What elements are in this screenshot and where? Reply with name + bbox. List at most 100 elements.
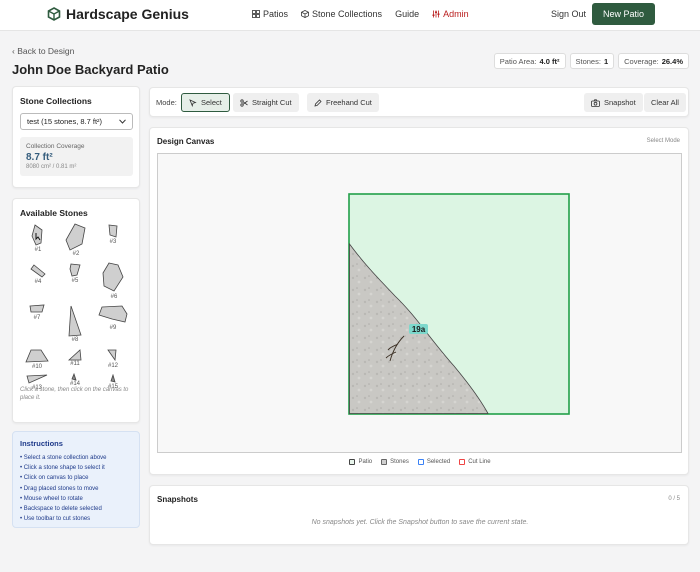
instruction-item: • Mouse wheel to rotate	[20, 495, 83, 502]
stone-shape[interactable]	[30, 264, 46, 278]
cursor-icon	[189, 98, 197, 107]
stone-shape[interactable]	[25, 349, 49, 363]
canvas-legend: Patio Stones Selected Cut Line	[150, 459, 690, 465]
legend-swatch	[459, 459, 466, 465]
nav-patios-label: Patios	[263, 9, 289, 19]
top-navbar: Hardscape Genius Patios Stone Collection…	[0, 0, 700, 31]
collection-select-value: test (15 stones, 8.7 ft²)	[27, 117, 103, 126]
stat-stones: Stones: 1	[569, 53, 615, 69]
stone-shape[interactable]	[68, 349, 82, 361]
nav-guide[interactable]: Guide	[395, 9, 419, 19]
instruction-text: Select a stone collection above	[23, 455, 107, 461]
app-name: Hardscape Genius	[66, 6, 189, 22]
instruction-text: Mouse wheel to rotate	[23, 495, 83, 502]
mode-toolbar: Mode: Select Straight Cut Freehand Cut S…	[149, 87, 689, 117]
back-link-label: Back to Design	[17, 46, 75, 56]
stone-label: #11	[70, 361, 80, 367]
stone-label: #8	[71, 337, 79, 343]
snapshot-label: Snapshot	[604, 98, 636, 107]
stone-shape[interactable]	[107, 224, 119, 238]
stone-shape[interactable]	[69, 263, 81, 277]
stone-label: #10	[31, 364, 42, 370]
grid-icon	[252, 10, 260, 18]
instruction-text: Drag placed stones to move	[23, 485, 99, 492]
stone-shape[interactable]	[65, 223, 87, 251]
canvas-drawing: 19a	[348, 193, 570, 415]
clear-all-button[interactable]: Clear All	[644, 93, 686, 112]
stat-coverage: Coverage: 26.4%	[618, 53, 689, 69]
canvas-mode-indicator: Select Mode	[646, 138, 680, 144]
mode-label: Mode:	[156, 98, 177, 107]
stone-shape[interactable]	[29, 304, 45, 314]
main-nav: Patios Stone Collections Guide Admin	[252, 9, 469, 19]
instructions-title: Instructions	[20, 439, 63, 448]
sign-out-link[interactable]: Sign Out	[551, 9, 586, 19]
stone-label: #9	[109, 325, 117, 331]
stone-label: #7	[33, 315, 41, 321]
stone-shape[interactable]	[107, 349, 117, 361]
instruction-text: Click on canvas to place	[23, 475, 89, 482]
legend-patio: Patio	[349, 459, 372, 465]
stone-shape[interactable]	[71, 373, 77, 381]
stat-label: Stones:	[575, 56, 601, 66]
stones-hint: Click a stone, then click on the canvas …	[20, 387, 129, 402]
legend-swatch	[381, 459, 388, 465]
pencil-icon	[314, 98, 322, 107]
nav-patios[interactable]: Patios	[252, 9, 288, 19]
nav-admin[interactable]: Admin	[432, 9, 469, 19]
app-logo[interactable]: Hardscape Genius	[47, 6, 189, 22]
nav-admin-label: Admin	[443, 9, 469, 19]
stone-collections-card: Stone Collections test (15 stones, 8.7 f…	[12, 86, 140, 188]
stone-collections-title: Stone Collections	[20, 96, 92, 106]
stone-label: #12	[107, 363, 118, 369]
coverage-sub: 8080 cm² / 0.81 m²	[26, 164, 77, 170]
collection-select[interactable]: test (15 stones, 8.7 ft²)	[20, 113, 133, 130]
instruction-item: • Click a stone shape to select it	[20, 465, 105, 472]
chevron-down-icon	[119, 119, 126, 124]
instructions-list: • Select a stone collection above • Clic…	[20, 453, 132, 524]
scissors-icon	[240, 98, 248, 107]
design-canvas[interactable]: 19a	[157, 153, 682, 453]
design-canvas-card: Design Canvas Select Mode 19a Patio Ston…	[149, 127, 689, 475]
new-patio-button[interactable]: New Patio	[592, 3, 655, 25]
stat-value: 4.0 ft²	[539, 56, 560, 66]
legend-label: Selected	[426, 459, 451, 465]
available-stones-card: Available Stones #1 #2 #3 #4 #5 #6 #7 #8…	[12, 198, 140, 423]
stat-value: 1	[603, 56, 609, 66]
coverage-value: 8.7 ft²	[26, 152, 53, 163]
stone-shape[interactable]	[68, 305, 82, 337]
select-mode-button[interactable]: Select	[181, 93, 230, 112]
straight-cut-button[interactable]: Straight Cut	[233, 93, 299, 112]
legend-swatch	[349, 459, 356, 465]
stone-shape[interactable]	[26, 374, 48, 384]
stone-shape[interactable]	[30, 224, 44, 246]
legend-label: Cut Line	[468, 459, 491, 465]
stone-shape[interactable]	[98, 305, 128, 325]
sliders-icon	[432, 10, 440, 18]
nav-guide-label: Guide	[395, 9, 420, 19]
snapshot-button[interactable]: Snapshot	[584, 93, 643, 112]
canvas-title: Design Canvas	[157, 137, 215, 146]
freehand-cut-button[interactable]: Freehand Cut	[307, 93, 379, 112]
stone-label: #1	[34, 247, 42, 253]
instructions-panel: Instructions • Select a stone collection…	[12, 431, 140, 528]
nav-stone-collections[interactable]: Stone Collections	[301, 9, 382, 19]
select-mode-label: Select	[201, 98, 222, 107]
nav-stone-collections-label: Stone Collections	[312, 9, 383, 19]
legend-stones: Stones	[381, 459, 409, 465]
legend-swatch	[417, 459, 424, 465]
stone-label: #2	[72, 251, 80, 257]
back-to-design-link[interactable]: ‹ Back to Design	[12, 46, 74, 56]
snapshots-card: Snapshots 0 / 5 No snapshots yet. Click …	[149, 485, 689, 545]
stones-grid: #1 #2 #3 #4 #5 #6 #7 #8 #9 #10 #11 #12 #…	[13, 199, 140, 391]
instruction-item: • Select a stone collection above	[20, 455, 107, 461]
instruction-text: Backspace to delete selected	[23, 506, 102, 513]
stone-label: #4	[34, 279, 42, 285]
snapshots-count: 0 / 5	[668, 496, 680, 502]
instruction-item: • Click on canvas to place	[20, 475, 89, 482]
freehand-cut-label: Freehand Cut	[326, 98, 372, 107]
cube-logo-icon	[47, 7, 61, 21]
stone-shape[interactable]	[110, 374, 116, 383]
stat-label: Patio Area:	[499, 56, 537, 66]
stone-shape[interactable]	[102, 262, 124, 292]
